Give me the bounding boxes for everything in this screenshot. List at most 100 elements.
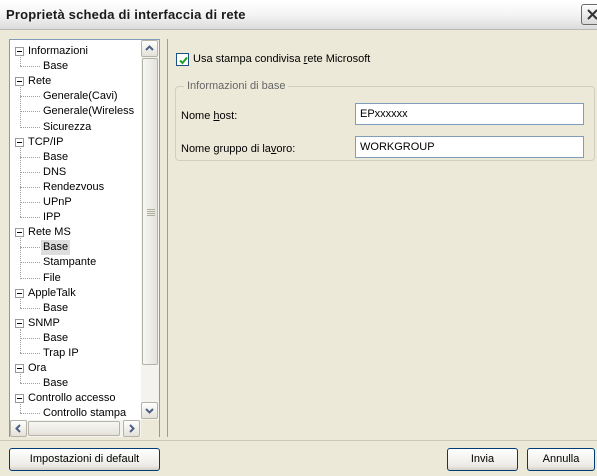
navigation-tree: Informazioni Base Rete Generale(Cavi) Genera… bbox=[9, 39, 160, 437]
collapse-icon[interactable] bbox=[15, 228, 24, 238]
tree-group[interactable]: SNMP bbox=[10, 316, 141, 331]
tree-item[interactable]: Base bbox=[10, 301, 141, 316]
tree-group[interactable]: Rete bbox=[10, 74, 141, 89]
tree-vertical-scrollbar[interactable] bbox=[141, 40, 159, 420]
tree-item[interactable]: Stampante bbox=[10, 255, 141, 270]
collapse-icon[interactable] bbox=[15, 394, 24, 404]
tree-group-label: Informazioni bbox=[28, 45, 88, 57]
chevron-down-icon bbox=[145, 408, 154, 414]
tree-item[interactable]: Base bbox=[10, 59, 141, 74]
close-button[interactable] bbox=[581, 4, 597, 25]
tree-item-label: Base bbox=[43, 377, 69, 390]
tree-item-label: Base bbox=[41, 240, 71, 256]
tree-group[interactable]: Rete MS bbox=[10, 225, 141, 240]
tree-items: Informazioni Base Rete Generale(Cavi) Genera… bbox=[10, 40, 141, 420]
tree-item-label: Controllo stampa bbox=[43, 407, 127, 420]
tree-item[interactable]: DNS bbox=[10, 165, 141, 180]
tree-item-label: IPP bbox=[43, 211, 61, 224]
collapse-icon[interactable] bbox=[15, 47, 24, 56]
tree-item-label: Base bbox=[43, 301, 69, 314]
tree-item[interactable]: Generale(Cavi) bbox=[10, 89, 141, 104]
tree-item[interactable]: Rendezvous bbox=[10, 180, 141, 195]
tree-item[interactable]: Base bbox=[10, 376, 141, 391]
scroll-right-button[interactable] bbox=[123, 420, 140, 437]
tree-connector bbox=[20, 404, 21, 414]
tree-item[interactable]: Sicurezza bbox=[10, 120, 141, 135]
tree-connector bbox=[20, 87, 21, 127]
chevron-left-icon bbox=[15, 424, 21, 433]
tree-group[interactable]: Informazioni bbox=[10, 44, 141, 59]
collapse-icon[interactable] bbox=[15, 318, 24, 328]
tree-item-label: Generale(Cavi) bbox=[43, 90, 118, 103]
tree-group-label: TCP/IP bbox=[28, 135, 64, 148]
host-name-input[interactable]: EPxxxxxx bbox=[355, 103, 584, 125]
tree-connector bbox=[20, 57, 21, 67]
tree-connector bbox=[20, 374, 21, 384]
title-bar: Proprietà scheda di interfaccia di rete bbox=[0, 0, 597, 30]
checkmark-icon bbox=[179, 56, 188, 65]
default-settings-button[interactable]: Impostazioni di default bbox=[9, 448, 160, 471]
footer-divider bbox=[0, 440, 597, 441]
tree-group-label: Controllo accesso bbox=[28, 392, 116, 405]
collapse-icon[interactable] bbox=[15, 364, 24, 374]
tree-group-label: AppleTalk bbox=[28, 286, 76, 299]
send-button[interactable]: Invia bbox=[447, 448, 518, 471]
scroll-corner bbox=[141, 420, 159, 437]
tree-group[interactable]: TCP/IP bbox=[10, 135, 141, 150]
tree-item-label: Base bbox=[43, 60, 69, 73]
tree-connector bbox=[20, 147, 21, 218]
microsoft-share-label: Usa stampa condivisa rete Microsoft bbox=[193, 53, 371, 65]
horizontal-scroll-thumb[interactable] bbox=[28, 421, 120, 436]
basic-info-legend: Informazioni di base bbox=[184, 80, 289, 92]
tree-group[interactable]: Controllo accesso bbox=[10, 391, 141, 406]
tree-item-label: Base bbox=[43, 150, 69, 163]
tree-connector bbox=[20, 298, 21, 308]
tree-group-label: SNMP bbox=[28, 316, 60, 329]
tree-item[interactable]: Controllo stampa bbox=[10, 406, 141, 420]
microsoft-share-checkbox[interactable] bbox=[176, 53, 189, 66]
tree-item[interactable]: Trap IP bbox=[10, 346, 141, 361]
workgroup-input[interactable]: WORKGROUP bbox=[355, 136, 584, 158]
tree-item[interactable]: IPP bbox=[10, 210, 141, 225]
host-name-label: Nome host: bbox=[181, 110, 238, 122]
tree-connector bbox=[20, 238, 21, 278]
scroll-thumb[interactable] bbox=[142, 58, 158, 365]
tree-item[interactable]: UPnP bbox=[10, 195, 141, 210]
collapse-icon[interactable] bbox=[15, 137, 24, 147]
tree-item-label: Stampante bbox=[43, 256, 97, 269]
basic-info-group: Informazioni di base Nome host: EPxxxxxx… bbox=[175, 80, 595, 161]
tree-group[interactable]: AppleTalk bbox=[10, 286, 141, 301]
collapse-icon[interactable] bbox=[15, 77, 24, 87]
tree-item[interactable]: File bbox=[10, 271, 141, 286]
tree-item-label: DNS bbox=[43, 165, 67, 178]
tree-item[interactable]: Base bbox=[10, 150, 141, 165]
tree-item[interactable]: Base bbox=[10, 331, 141, 346]
tree-item-label: UPnP bbox=[43, 196, 72, 208]
properties-window: Proprietà scheda di interfaccia di rete … bbox=[0, 0, 597, 476]
workgroup-label: Nome gruppo di lavoro: bbox=[181, 143, 296, 155]
chevron-up-icon bbox=[145, 45, 154, 51]
tree-group-label: Rete bbox=[28, 75, 52, 88]
tree-item-label: Sicurezza bbox=[43, 120, 92, 133]
tree-item-label: Base bbox=[43, 331, 69, 344]
tree-group[interactable]: Ora bbox=[10, 361, 141, 376]
chevron-right-icon bbox=[129, 424, 135, 433]
window-title: Proprietà scheda di interfaccia di rete bbox=[6, 7, 246, 22]
settings-panel: Usa stampa condivisa rete Microsoft Info… bbox=[167, 39, 597, 437]
tree-item-label: Generale(Wireless bbox=[43, 105, 135, 118]
tree-connector bbox=[20, 328, 21, 353]
close-icon bbox=[587, 9, 597, 20]
tree-item-label: File bbox=[43, 271, 61, 284]
scroll-down-button[interactable] bbox=[141, 402, 158, 419]
scroll-left-button[interactable] bbox=[10, 420, 27, 437]
cancel-button[interactable]: Annulla bbox=[527, 448, 595, 471]
tree-horizontal-scrollbar[interactable] bbox=[10, 420, 141, 437]
tree-item-selected[interactable]: Base bbox=[10, 240, 141, 256]
scroll-up-button[interactable] bbox=[141, 40, 158, 57]
collapse-icon[interactable] bbox=[15, 288, 24, 298]
tree-item-label: Trap IP bbox=[43, 347, 79, 359]
tree-item-label: Rendezvous bbox=[43, 180, 105, 193]
tree-group-label: Ora bbox=[28, 362, 47, 375]
tree-group-label: Rete MS bbox=[28, 226, 71, 239]
tree-item[interactable]: Generale(Wireless bbox=[10, 104, 141, 119]
